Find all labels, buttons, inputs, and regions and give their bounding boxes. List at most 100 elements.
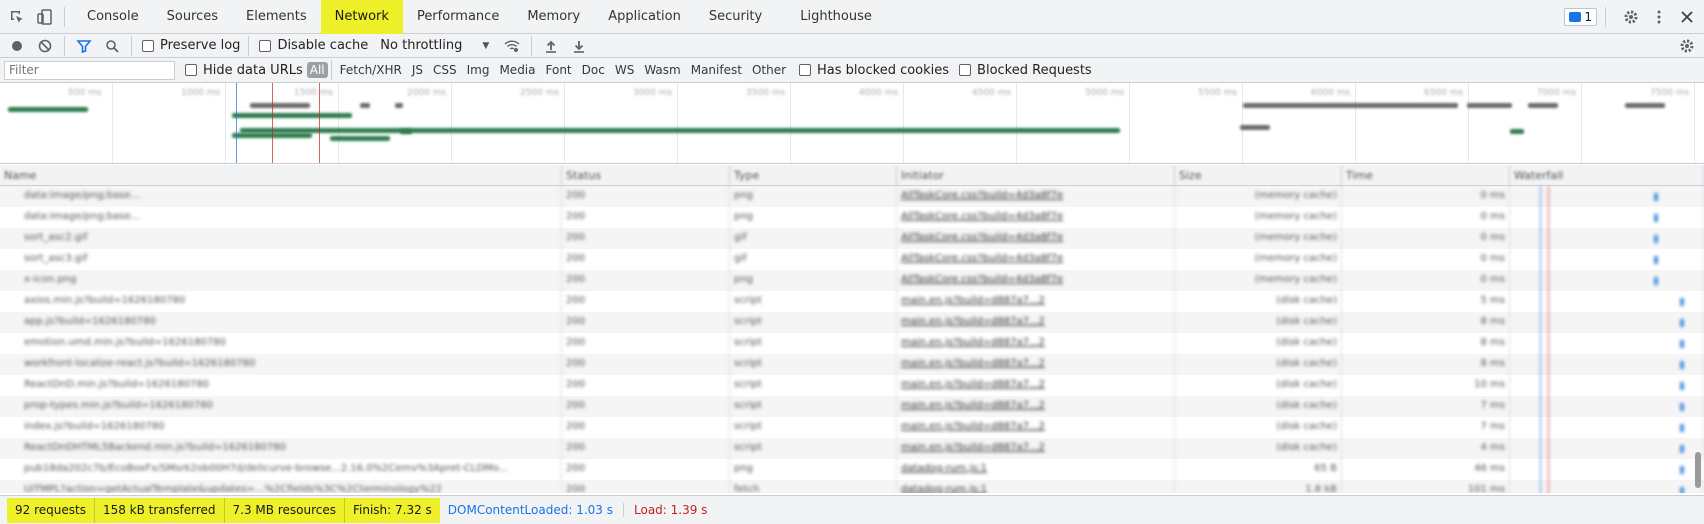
- export-har-download-icon[interactable]: [568, 35, 590, 57]
- import-har-upload-icon[interactable]: [540, 35, 562, 57]
- table-row[interactable]: axios.min.js?build=1626180780 200 script ma…: [0, 291, 1704, 312]
- checkbox-box[interactable]: [959, 64, 972, 76]
- has-blocked-cookies-checkbox[interactable]: Has blocked cookies: [799, 63, 949, 78]
- filter-type-other[interactable]: Other: [747, 63, 791, 77]
- header-col-type[interactable]: Type: [730, 165, 897, 186]
- cell-initiator[interactable]: AllTaskCore.css?build=4d3a8f7e: [897, 249, 1175, 270]
- table-scrollbar-thumb[interactable]: [1695, 452, 1701, 488]
- cell-initiator[interactable]: main.en.js?build=d887a7...2: [897, 438, 1175, 459]
- preserve-log-checkbox[interactable]: Preserve log: [142, 38, 240, 53]
- clear-icon[interactable]: [34, 35, 56, 57]
- table-row[interactable]: x-icon.png 200 png AllTaskCore.css?build=4d…: [0, 270, 1704, 291]
- disable-cache-checkbox[interactable]: Disable cache: [259, 38, 368, 53]
- cell-type: script: [730, 375, 897, 396]
- record-icon[interactable]: [6, 35, 28, 57]
- table-header: Name Status Type Initiator Size Time Waterfall: [0, 165, 1704, 186]
- device-toolbar-icon[interactable]: [34, 6, 56, 28]
- tab-network[interactable]: Network: [320, 0, 403, 34]
- more-options-icon[interactable]: [1648, 6, 1670, 28]
- header-col-initiator[interactable]: Initiator: [897, 165, 1175, 186]
- filter-input[interactable]: [4, 60, 175, 80]
- filter-funnel-icon[interactable]: [73, 35, 95, 57]
- filter-type-fetch-xhr[interactable]: Fetch/XHR: [335, 63, 407, 77]
- table-row[interactable]: sort_asc3.gif 200 gif AllTaskCore.css?build…: [0, 249, 1704, 270]
- cell-initiator[interactable]: datadog-rum.js:1: [897, 459, 1175, 480]
- cell-initiator[interactable]: AllTaskCore.css?build=4d3a8f7e: [897, 270, 1175, 291]
- cell-waterfall: [1510, 375, 1704, 396]
- inspect-element-icon[interactable]: [6, 6, 28, 28]
- table-row[interactable]: prop-types.min.js?build=1626180780 200 scr…: [0, 396, 1704, 417]
- network-settings-gear-icon[interactable]: [1676, 35, 1698, 57]
- tab-security[interactable]: Security: [695, 0, 776, 34]
- close-devtools-icon[interactable]: [1676, 6, 1698, 28]
- table-row[interactable]: data:image/png;base... 200 png AllTaskCore.…: [0, 186, 1704, 207]
- table-row[interactable]: pub18da202c7b/EcoBoxFx/SMsrk2ob00H7d/del…: [0, 459, 1704, 480]
- tab-application[interactable]: Application: [594, 0, 695, 34]
- filter-type-font[interactable]: Font: [541, 63, 577, 77]
- filter-type-wasm[interactable]: Wasm: [639, 63, 685, 77]
- filter-type-css[interactable]: CSS: [428, 63, 462, 77]
- table-row[interactable]: UiTMPL?action=getActualTemplate&updates=…: [0, 480, 1704, 493]
- cell-name: app.js?build=1626180780: [0, 312, 562, 333]
- table-row[interactable]: emotion.umd.min.js?build=1626180780 200 sc…: [0, 333, 1704, 354]
- filter-type-img[interactable]: Img: [462, 63, 495, 77]
- cell-initiator[interactable]: main.en.js?build=d887a7...2: [897, 396, 1175, 417]
- cell-initiator[interactable]: main.en.js?build=d887a7...2: [897, 333, 1175, 354]
- tab-elements[interactable]: Elements: [232, 0, 321, 34]
- load-marker-line: [1548, 375, 1549, 396]
- filter-type-ws[interactable]: WS: [610, 63, 639, 77]
- load-marker-line: [1548, 480, 1549, 493]
- table-row[interactable]: ReactDnDHTML5Backend.min.js?build=162618…: [0, 438, 1704, 459]
- tab-lighthouse[interactable]: Lighthouse: [786, 0, 886, 34]
- network-conditions-wifi-icon[interactable]: [501, 35, 523, 57]
- table-row[interactable]: data:image/png;base... 200 png AllTaskCore.…: [0, 207, 1704, 228]
- cell-status: 200: [562, 354, 730, 375]
- filter-type-manifest[interactable]: Manifest: [686, 63, 747, 77]
- cell-name: UiTMPL?action=getActualTemplate&updates=…: [0, 480, 562, 493]
- tab-sources[interactable]: Sources: [153, 0, 232, 34]
- network-overview-timeline[interactable]: 500 ms 1000 ms 1500 ms 2000 ms 2500 ms 3000 m…: [0, 83, 1704, 164]
- tab-memory[interactable]: Memory: [513, 0, 594, 34]
- cell-initiator[interactable]: main.en.js?build=d887a7...2: [897, 312, 1175, 333]
- issues-badge[interactable]: 1: [1564, 8, 1597, 26]
- tab-console[interactable]: Console: [73, 0, 153, 34]
- settings-gear-icon[interactable]: [1620, 6, 1642, 28]
- header-col-name[interactable]: Name: [0, 165, 562, 186]
- header-col-size[interactable]: Size: [1175, 165, 1342, 186]
- hide-data-urls-checkbox[interactable]: Hide data URLs: [185, 63, 303, 78]
- cell-initiator[interactable]: AllTaskCore.css?build=4d3a8f7e: [897, 207, 1175, 228]
- cell-time: 8 ms: [1342, 354, 1510, 375]
- blocked-requests-checkbox[interactable]: Blocked Requests: [959, 63, 1092, 78]
- table-row[interactable]: index.js?build=1626180780 200 script main.e…: [0, 417, 1704, 438]
- tab-performance[interactable]: Performance: [403, 0, 513, 34]
- filter-type-js[interactable]: JS: [407, 63, 428, 77]
- table-row[interactable]: app.js?build=1626180780 200 script main.en.…: [0, 312, 1704, 333]
- cell-initiator[interactable]: AllTaskCore.css?build=4d3a8f7e: [897, 186, 1175, 207]
- cell-initiator[interactable]: main.en.js?build=d887a7...2: [897, 291, 1175, 312]
- filter-type-all[interactable]: All: [306, 62, 328, 78]
- cell-initiator[interactable]: datadog-rum.js:1: [897, 480, 1175, 493]
- checkbox-box[interactable]: [142, 39, 154, 52]
- cell-size: (disk cache): [1175, 417, 1342, 438]
- filter-type-doc[interactable]: Doc: [577, 63, 610, 77]
- table-row[interactable]: workfront-localize-react.js?build=162618…: [0, 354, 1704, 375]
- table-row[interactable]: ReactDnD.min.js?build=1626180780 200 scrip…: [0, 375, 1704, 396]
- search-icon[interactable]: [101, 35, 123, 57]
- table-row[interactable]: sort_asc2.gif 200 gif AllTaskCore.css?build…: [0, 228, 1704, 249]
- header-col-waterfall[interactable]: Waterfall: [1510, 165, 1704, 186]
- cell-status: 200: [562, 186, 730, 207]
- cell-initiator[interactable]: main.en.js?build=d887a7...2: [897, 375, 1175, 396]
- cell-initiator[interactable]: main.en.js?build=d887a7...2: [897, 417, 1175, 438]
- devtools-tabbar: Console Sources Elements Network Perform…: [0, 0, 1704, 34]
- filter-type-media[interactable]: Media: [494, 63, 540, 77]
- header-col-status[interactable]: Status: [562, 165, 730, 186]
- checkbox-box[interactable]: [185, 64, 197, 76]
- checkbox-box[interactable]: [799, 64, 812, 76]
- cell-initiator[interactable]: main.en.js?build=d887a7...2: [897, 354, 1175, 375]
- header-col-time[interactable]: Time: [1342, 165, 1510, 186]
- cell-waterfall: [1510, 270, 1704, 291]
- cell-type: script: [730, 354, 897, 375]
- throttling-select[interactable]: No throttling ▼: [380, 38, 489, 53]
- cell-initiator[interactable]: AllTaskCore.css?build=4d3a8f7e: [897, 228, 1175, 249]
- checkbox-box[interactable]: [259, 39, 272, 52]
